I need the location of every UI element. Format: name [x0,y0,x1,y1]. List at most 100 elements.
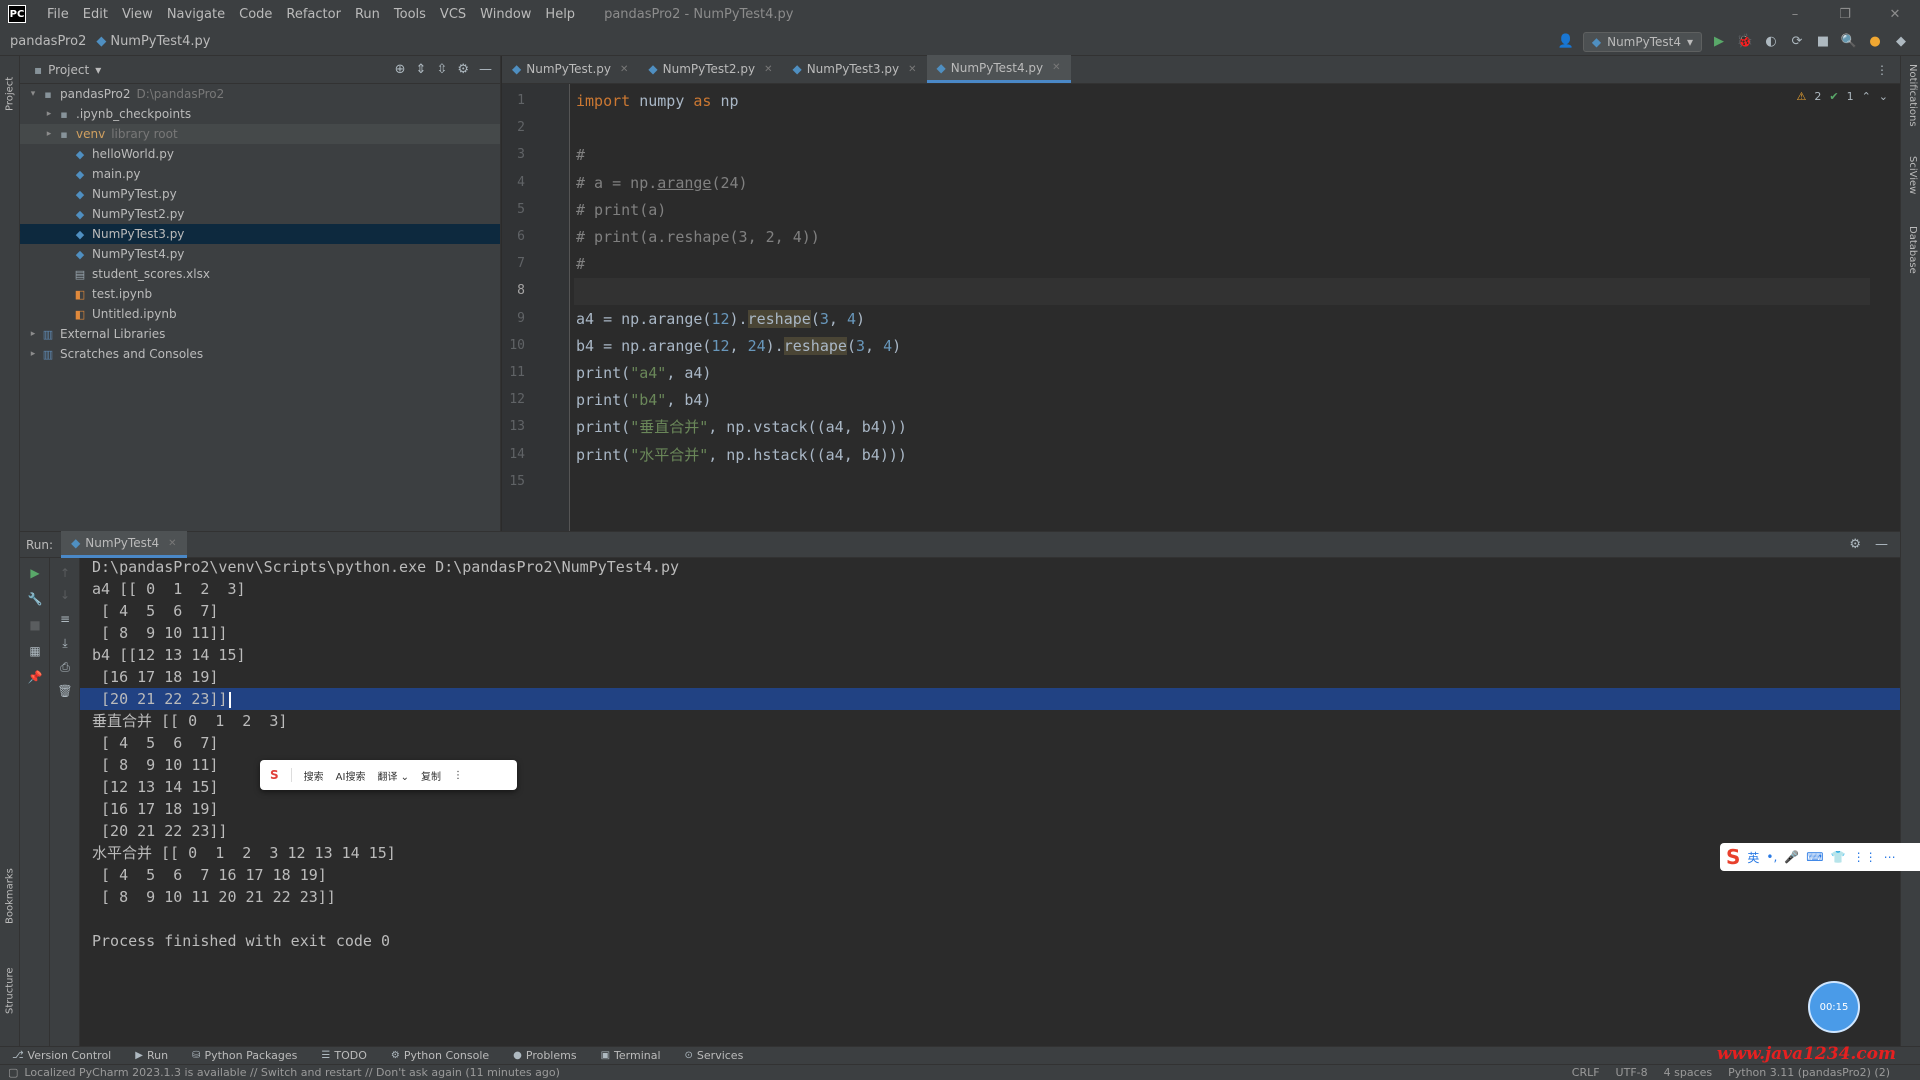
tree-item[interactable]: ◆ helloWorld.py [20,144,500,164]
code-line[interactable]: # print(a.reshape(3, 2, 4)) [574,224,1870,251]
console-line[interactable]: [ 8 9 10 11 20 21 22 23]] [80,886,1900,908]
stripe-tab-database[interactable]: Database [1902,226,1918,296]
code-line[interactable]: print("a4", a4) [574,360,1870,387]
menu-code[interactable]: Code [232,7,279,22]
user-icon[interactable]: 👤 [1557,33,1575,51]
tree-item[interactable]: ◆ NumPyTest2.py [20,204,500,224]
code-line[interactable] [574,278,1870,306]
console-line[interactable] [80,908,1900,930]
stripe-tab-notifications[interactable]: Notifications [1902,64,1918,144]
stripe-tab-project[interactable]: Project [2,64,18,124]
menu-window[interactable]: Window [473,7,538,22]
ime-language-toggle[interactable]: 英 [1747,849,1759,866]
stop-icon[interactable]: ■ [1814,33,1832,51]
tree-item[interactable]: ▸ ▥ External Libraries [20,324,500,344]
tool-window-version-control[interactable]: ⎇ Version Control [0,1049,123,1062]
console-line[interactable]: [ 4 5 6 7 16 17 18 19] [80,864,1900,886]
code-line[interactable] [574,469,1870,496]
gear-icon[interactable]: ⚙ [457,62,469,77]
close-icon[interactable]: ✕ [908,64,916,75]
tree-item[interactable]: ▸ ▪ .ipynb_checkpoints [20,104,500,124]
tool-window-run[interactable]: ▶ Run [123,1049,180,1062]
editor-tab[interactable]: ◆ NumPyTest.py ✕ [502,55,638,83]
scroll-to-end-icon[interactable]: ⤓ [56,634,74,652]
stripe-tab-structure[interactable]: Structure [2,956,18,1026]
console-line[interactable]: 水平合并 [[ 0 1 2 3 12 13 14 15] [80,842,1900,864]
code-line[interactable]: print("b4", b4) [574,387,1870,414]
inspection-widget[interactable]: ⚠ 2 ✔ 1 ⌃ ⌄ [1796,90,1888,103]
microphone-icon[interactable]: 🎤 [1784,850,1799,864]
code-editor[interactable]: 1 2 3 4 5 6 7 8 9 10 11 12 13 14 15 import numpy as np… [502,84,1900,531]
chevron-right-icon[interactable]: ▸ [26,329,40,339]
code-line[interactable]: # a = np.arange(24) [574,170,1870,197]
code-area[interactable]: import numpy as np # # a = np.arange(24) # … [574,84,1870,531]
run-icon[interactable]: ▶ [1710,33,1728,51]
indent-widget[interactable]: 4 spaces [1664,1066,1713,1079]
update-icon[interactable]: ● [1866,33,1884,51]
console-line[interactable]: [ 4 5 6 7] [80,600,1900,622]
ide-logo-icon[interactable]: ◆ [1892,33,1910,51]
console-line[interactable]: Process finished with exit code 0 [80,930,1900,952]
tool-window-problems[interactable]: ● Problems [501,1049,588,1062]
sogou-logo-icon[interactable]: S [1726,845,1740,869]
skin-icon[interactable]: 👕 [1831,850,1846,864]
tree-item[interactable]: ◆ NumPyTest3.py [20,224,500,244]
breadcrumb-file[interactable]: ◆ NumPyTest4.py [86,34,210,49]
code-line[interactable] [574,115,1870,142]
popup-ai-search-button[interactable]: AI搜索 [336,768,366,783]
tree-item[interactable]: ◆ NumPyTest.py [20,184,500,204]
recording-timer[interactable]: 00:15 [1808,981,1860,1033]
line-separator-widget[interactable]: CRLF [1572,1066,1600,1079]
run-console[interactable]: D:\pandasPro2\venv\Scripts\python.exe D:… [80,558,1900,1046]
menu-view[interactable]: View [115,7,160,22]
console-line[interactable]: [ 8 9 10 11]] [80,622,1900,644]
chevron-up-icon[interactable]: ⌃ [1862,90,1871,103]
grid-icon[interactable]: ⋮⋮ [1853,850,1877,864]
close-window-button[interactable]: ✕ [1870,7,1920,22]
console-line[interactable]: 垂直合并 [[ 0 1 2 3] [80,710,1900,732]
pin-icon[interactable]: 📌 [26,668,44,686]
hide-icon[interactable]: — [1875,537,1888,552]
code-line[interactable]: # print(a) [574,197,1870,224]
tree-item[interactable]: ◆ main.py [20,164,500,184]
chevron-right-icon[interactable]: ▸ [42,129,56,139]
code-line[interactable]: print("垂直合并", np.vstack((a4, b4))) [574,414,1870,441]
encoding-widget[interactable]: UTF-8 [1616,1066,1648,1079]
stripe-tab-bookmarks[interactable]: Bookmarks [2,856,18,936]
more-icon[interactable]: ⋯ [1884,850,1896,864]
tree-item[interactable]: ▤ student_scores.xlsx [20,264,500,284]
menu-help[interactable]: Help [538,7,582,22]
popup-translate-button[interactable]: 翻译 ⌄ [377,768,409,783]
tool-window-todo[interactable]: ☰ TODO [309,1049,378,1062]
more-tabs-icon[interactable]: ⋮ [1876,63,1900,77]
menu-navigate[interactable]: Navigate [160,7,232,22]
tree-item[interactable]: ▸ ▪ venv library root [20,124,500,144]
close-icon[interactable]: ✕ [620,64,628,75]
search-icon[interactable]: 🔍 [1840,33,1858,51]
stop-icon[interactable]: ■ [26,616,44,634]
console-line[interactable]: [20 21 22 23]] [80,820,1900,842]
layout-icon[interactable]: ▦ [26,642,44,660]
menu-file[interactable]: File [40,7,76,22]
code-line[interactable]: import numpy as np [574,88,1870,115]
menu-edit[interactable]: Edit [76,7,115,22]
chevron-down-icon[interactable]: ▾ [26,89,40,99]
tree-item[interactable]: ▾ ▪ pandasPro2 D:\pandasPro2 [20,84,500,104]
console-line[interactable]: [16 17 18 19] [80,798,1900,820]
keyboard-icon[interactable]: ⌨ [1806,850,1823,864]
rerun-icon[interactable]: ▶ [26,564,44,582]
tool-window-python-console[interactable]: ⚙ Python Console [379,1049,501,1062]
tree-item[interactable]: ◆ NumPyTest4.py [20,244,500,264]
run-tab[interactable]: ◆ NumPyTest4 ✕ [61,531,187,558]
console-line[interactable]: a4 [[ 0 1 2 3] [80,578,1900,600]
close-icon[interactable]: ✕ [764,64,772,75]
arrow-up-icon[interactable]: ↑ [56,564,74,582]
project-view-select[interactable]: ▪ Project ▾ [34,63,101,77]
debug-icon[interactable]: 🐞 [1736,33,1754,51]
popup-copy-button[interactable]: 复制 [421,768,441,783]
breadcrumb-project[interactable]: pandasPro2 [0,34,86,49]
collapse-all-icon[interactable]: ⇳ [436,62,447,77]
menu-tools[interactable]: Tools [387,7,433,22]
menu-refactor[interactable]: Refactor [279,7,348,22]
code-line[interactable]: # [574,142,1870,169]
